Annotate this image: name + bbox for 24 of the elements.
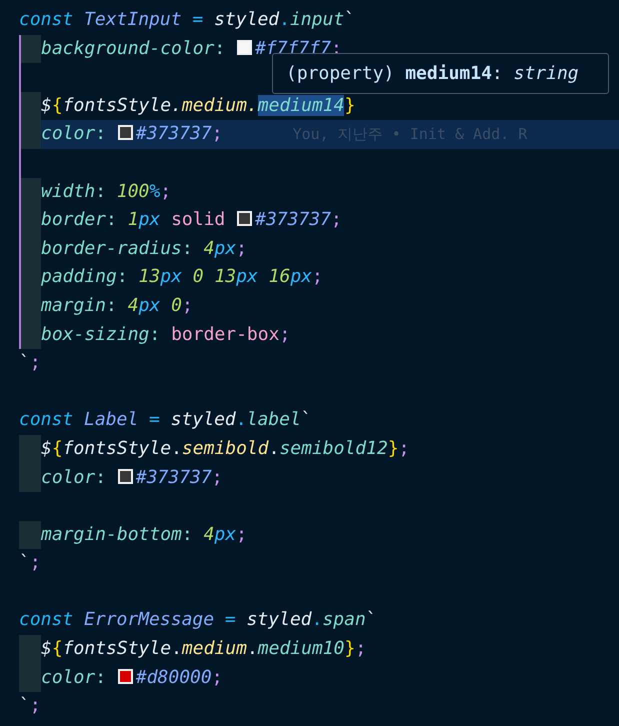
code-line: `;	[19, 694, 41, 718]
code-line: `;	[19, 551, 41, 576]
color-swatch[interactable]	[118, 468, 133, 484]
color-swatch[interactable]	[118, 668, 133, 684]
tooltip-text: (property) medium14: string	[286, 62, 579, 86]
code-line: const ErrorMessage = styled.span`	[19, 608, 377, 632]
code-line: `;	[19, 351, 41, 376]
code-line: border-radius: 4px;	[41, 236, 247, 261]
code-line: width: 100%;	[41, 180, 172, 204]
color-swatch[interactable]	[237, 211, 252, 226]
code-line: ${fontsStyle.medium.medium10};	[41, 637, 366, 662]
color-swatch[interactable]	[237, 40, 252, 55]
code-line: color: #d80000;	[41, 666, 223, 690]
code-line: color: #373737;	[41, 466, 223, 490]
code-line: border: 1px solid #373737;	[41, 208, 342, 232]
code-line: padding: 13px 0 13px 16px;	[41, 265, 323, 290]
code-line: margin: 4px 0;	[41, 294, 193, 318]
color-swatch[interactable]	[118, 125, 133, 140]
code-line: color: #373737;	[41, 122, 223, 146]
code-line: margin-bottom: 4px;	[41, 522, 247, 547]
code-line: const Label = styled.label`	[19, 408, 312, 432]
code-line: ${fontsStyle.semibold.semibold12};	[41, 436, 410, 461]
code-line: const TextInput = styled.input`	[19, 8, 355, 32]
code-line: box-sizing: border-box;	[41, 322, 290, 347]
